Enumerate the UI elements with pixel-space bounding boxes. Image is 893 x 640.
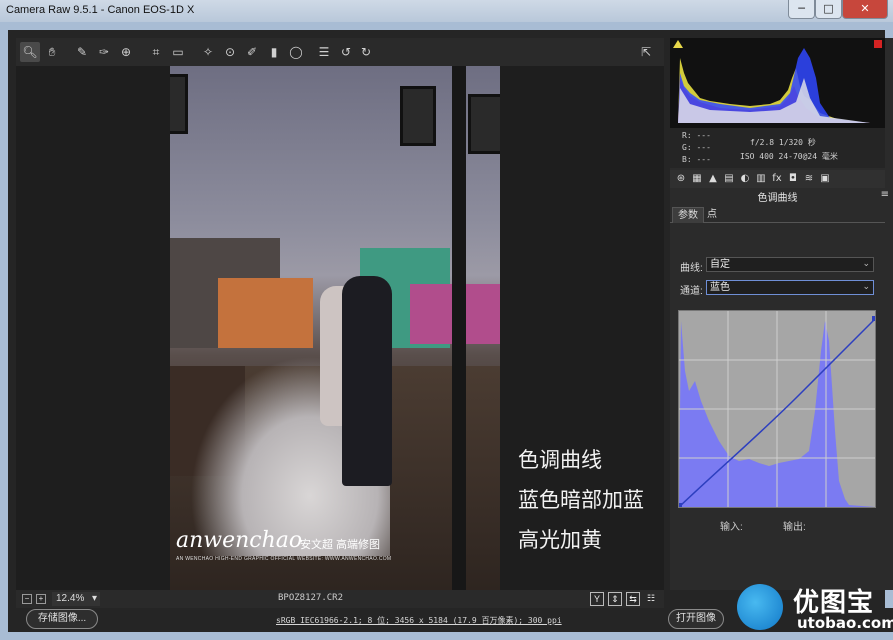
- channel-label: 通道:: [680, 286, 703, 297]
- preview-status-bar: − + 12.4% ▾ BPOZ8127.CR2 Y ⇕ ⇆ ☷: [16, 590, 664, 608]
- section-title: 色调曲线 ≡: [670, 189, 889, 204]
- white-balance-tool-icon[interactable]: ✎: [72, 42, 92, 62]
- rotate-right-tool-icon[interactable]: ↻: [356, 42, 376, 62]
- lens-corrections-tab-icon[interactable]: ▥: [754, 172, 768, 186]
- utobao-bird-logo-icon: [737, 584, 783, 630]
- camera-calibration-tab-icon[interactable]: ◘: [786, 172, 800, 186]
- red-eye-tool-icon[interactable]: ⊙: [220, 42, 240, 62]
- curve-svg: [677, 311, 877, 508]
- watermark-chinese: 安文超 高端修图: [300, 539, 381, 551]
- zoom-out-button[interactable]: −: [22, 594, 32, 604]
- histogram-graph: [678, 48, 870, 123]
- channel-value: 蓝色: [710, 282, 730, 293]
- zoom-tool-icon[interactable]: 🔍︎: [20, 42, 40, 62]
- title-bar: Camera Raw 9.5.1 - Canon EOS-1D X ─ □ ✕: [0, 0, 893, 22]
- photo-building: [218, 278, 313, 348]
- minimize-button[interactable]: ─: [788, 0, 815, 19]
- chevron-down-icon: ⌄: [862, 259, 870, 269]
- radial-filter-tool-icon[interactable]: ◯: [286, 42, 306, 62]
- workflow-options-link[interactable]: sRGB IEC61966-2.1; 8 位; 3456 x 5184 (17.…: [276, 615, 562, 626]
- preview-photo: anwenchao 安文超 高端修图 AN WENCHAO HIGH-END G…: [170, 66, 500, 590]
- caption-line-1: 色调曲线: [518, 448, 602, 472]
- copy-settings-icon[interactable]: ⇆: [626, 592, 640, 606]
- fullscreen-icon[interactable]: ⇱: [636, 42, 656, 62]
- photo-lamp-post: [452, 66, 466, 590]
- graduated-filter-tool-icon[interactable]: ▮: [264, 42, 284, 62]
- photo-groom: [342, 276, 392, 486]
- curve-subtabs: 参数 点: [670, 207, 885, 223]
- tone-curve-graph[interactable]: [677, 310, 877, 508]
- tab-parametric[interactable]: 参数: [672, 207, 704, 223]
- curve-preset-value: 自定: [710, 259, 730, 270]
- green-readout: G: ---: [682, 143, 711, 152]
- swap-settings-icon[interactable]: ⇕: [608, 592, 622, 606]
- histogram: [670, 38, 885, 128]
- zoom-level-select[interactable]: 12.4% ▾: [52, 592, 100, 606]
- curve-preset-select[interactable]: 自定 ⌄: [706, 257, 874, 272]
- zoom-in-button[interactable]: +: [36, 594, 46, 604]
- watermark-subtitle: AN WENCHAO HIGH-END GRAPHIC OFFICIAL WEB…: [176, 556, 392, 562]
- tone-curve-title: 色调曲线: [757, 193, 798, 204]
- right-panel: R: --- G: --- B: --- f/2.8 1/320 秒 ISO 4…: [670, 38, 893, 590]
- window-frame: 🔍︎ ✋︎ ✎ ✑ ⊕ ⌗ ▭ ✧ ⊙ ✐ ▮ ◯ ☰ ↺ ↻ ⇱ anwenc…: [0, 22, 893, 640]
- output-label: 输出:: [783, 522, 806, 533]
- open-image-button[interactable]: 打开图像: [668, 609, 724, 629]
- presets-tab-icon[interactable]: ≋: [802, 172, 816, 186]
- panel-tabs: ⊛ ▦ ▲ ▤ ◐ ▥ fx ◘ ≋ ▣: [670, 170, 885, 188]
- snapshots-tab-icon[interactable]: ▣: [818, 172, 832, 186]
- window-title: Camera Raw 9.5.1 - Canon EOS-1D X: [6, 4, 195, 16]
- view-settings-icon[interactable]: ☷: [644, 592, 658, 606]
- toolbar: 🔍︎ ✋︎ ✎ ✑ ⊕ ⌗ ▭ ✧ ⊙ ✐ ▮ ◯ ☰ ↺ ↻ ⇱: [16, 38, 664, 66]
- caption-line-2: 蓝色暗部加蓝: [518, 488, 644, 512]
- camera-raw-dialog: 🔍︎ ✋︎ ✎ ✑ ⊕ ⌗ ▭ ✧ ⊙ ✐ ▮ ◯ ☰ ↺ ↻ ⇱ anwenc…: [8, 30, 893, 632]
- hand-tool-icon[interactable]: ✋︎: [42, 42, 62, 62]
- before-after-icon[interactable]: Y: [590, 592, 604, 606]
- photo-lantern: [400, 86, 436, 146]
- split-toning-tab-icon[interactable]: ◐: [738, 172, 752, 186]
- rotate-left-tool-icon[interactable]: ↺: [336, 42, 356, 62]
- save-image-button[interactable]: 存储图像...: [26, 609, 98, 629]
- watermark-brand: anwenchao: [176, 528, 303, 553]
- adjustment-brush-tool-icon[interactable]: ✐: [242, 42, 262, 62]
- photo-lantern: [170, 74, 188, 134]
- color-sampler-tool-icon[interactable]: ✑: [94, 42, 114, 62]
- maximize-button[interactable]: □: [815, 0, 842, 19]
- channel-select[interactable]: 蓝色 ⌄: [706, 280, 874, 295]
- blue-readout: B: ---: [682, 155, 711, 164]
- photo-lantern: [468, 94, 500, 154]
- caption-line-3: 高光加黄: [518, 528, 602, 552]
- pixel-info: R: --- G: --- B: --- f/2.8 1/320 秒 ISO 4…: [670, 128, 885, 168]
- chevron-down-icon: ⌄: [862, 282, 870, 292]
- panel-menu-icon[interactable]: ≡: [881, 189, 889, 200]
- input-label: 输入:: [720, 522, 743, 533]
- crop-tool-icon[interactable]: ⌗: [146, 42, 166, 62]
- detail-tab-icon[interactable]: ▲: [706, 172, 720, 186]
- utobao-logo-url: utobao.com: [797, 614, 893, 632]
- chevron-down-icon: ▾: [91, 593, 97, 604]
- zoom-level-value: 12.4%: [56, 593, 85, 604]
- effects-tab-icon[interactable]: fx: [770, 172, 784, 186]
- curve-label: 曲线:: [680, 263, 703, 274]
- tone-curve-tab-icon[interactable]: ▦: [690, 172, 704, 186]
- red-readout: R: ---: [682, 131, 711, 140]
- preferences-tool-icon[interactable]: ☰: [314, 42, 334, 62]
- basic-tab-icon[interactable]: ⊛: [674, 172, 688, 186]
- targeted-adjustment-tool-icon[interactable]: ⊕: [116, 42, 136, 62]
- tab-point[interactable]: 点: [702, 207, 722, 223]
- file-name: BPOZ8127.CR2: [278, 593, 344, 603]
- hsl-tab-icon[interactable]: ▤: [722, 172, 736, 186]
- straighten-tool-icon[interactable]: ▭: [168, 42, 188, 62]
- close-button[interactable]: ✕: [842, 0, 888, 19]
- iso-lens: ISO 400 24-70@24 毫米: [740, 152, 838, 161]
- aperture-shutter: f/2.8 1/320 秒: [750, 138, 816, 147]
- spot-removal-tool-icon[interactable]: ✧: [198, 42, 218, 62]
